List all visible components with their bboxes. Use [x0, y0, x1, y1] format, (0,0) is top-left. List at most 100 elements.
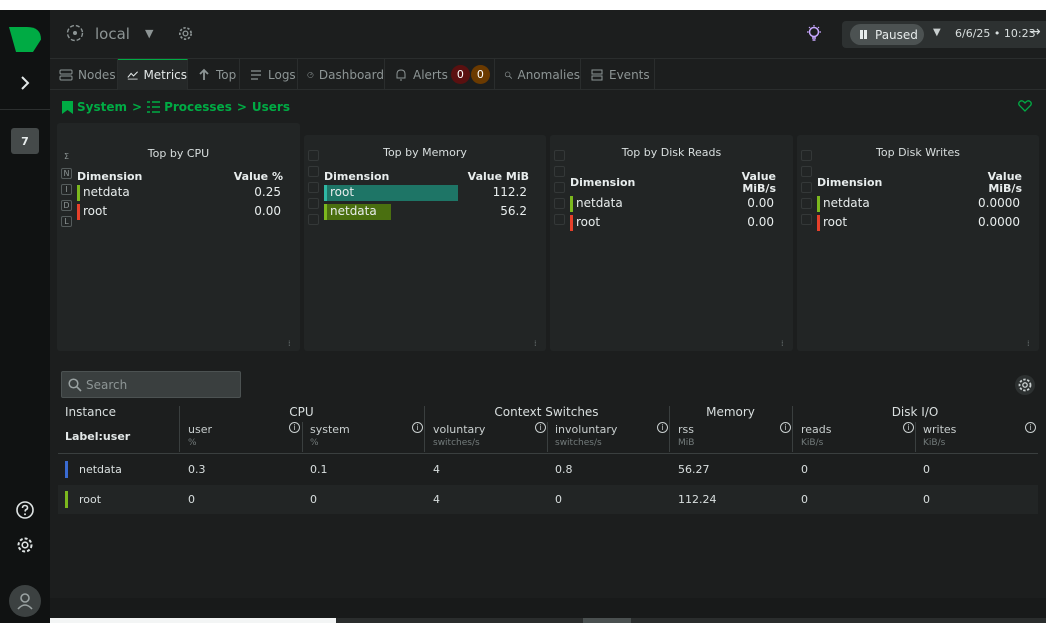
- info-icon[interactable]: i: [289, 422, 300, 433]
- resize-handle-icon[interactable]: ⁞: [1027, 340, 1035, 348]
- warning-alert-count[interactable]: 0: [470, 65, 490, 84]
- heart-icon[interactable]: [1018, 99, 1032, 113]
- aggregation-n-icon[interactable]: N: [61, 168, 72, 179]
- col-user[interactable]: user: [188, 423, 212, 436]
- footer-area: [50, 598, 1046, 618]
- group-context-switches: Context Switches: [494, 405, 599, 419]
- resize-handle-icon[interactable]: ⁞: [288, 340, 296, 348]
- resize-handle-icon[interactable]: ⁞: [534, 340, 542, 348]
- nodes-icon: [59, 69, 73, 80]
- help-icon[interactable]: [15, 500, 35, 520]
- metrics-icon: [127, 71, 138, 80]
- tab-bar: Nodes Metrics Top Logs Dashboard Alerts …: [50, 58, 1046, 90]
- side-icon: [554, 166, 565, 177]
- panel-title: Top by Memory: [383, 146, 467, 159]
- table-header: Instance Label:user CPU user % i system …: [58, 402, 1038, 454]
- series-color-bar: [324, 204, 327, 220]
- info-icon[interactable]: i: [412, 422, 423, 433]
- user-avatar[interactable]: [9, 585, 41, 617]
- dashboard-icon: [307, 71, 314, 78]
- dimension-name: netdata: [83, 185, 130, 199]
- value-unit-header: MiB/s: [988, 182, 1022, 195]
- critical-alert-count[interactable]: 0: [450, 65, 470, 84]
- side-icon: [308, 198, 319, 209]
- tab-top[interactable]: Top: [188, 59, 240, 90]
- info-icon[interactable]: i: [657, 422, 668, 433]
- tab-events[interactable]: Events: [581, 59, 655, 90]
- series-color-bar: [77, 204, 80, 220]
- marker-icon: [308, 139, 319, 145]
- dimension-value: 0.00: [747, 196, 774, 210]
- info-icon[interactable]: i: [903, 422, 914, 433]
- chevron-down-icon[interactable]: ▼: [145, 27, 153, 40]
- list-icon: [147, 101, 161, 113]
- info-icon[interactable]: i: [1025, 422, 1036, 433]
- scrollbar-thumb[interactable]: [50, 618, 336, 623]
- col-writes[interactable]: writes: [923, 423, 956, 436]
- dimension-name: netdata: [576, 196, 623, 210]
- breadcrumb-processes[interactable]: Processes: [164, 100, 232, 114]
- tab-dashboard[interactable]: Dashboard: [298, 59, 385, 90]
- breadcrumb-separator: >: [132, 100, 143, 114]
- arrow-up-icon: [199, 68, 209, 80]
- arrow-right-icon[interactable]: →: [1029, 24, 1041, 40]
- tab-logs[interactable]: Logs: [240, 59, 298, 90]
- aggregation-l-icon[interactable]: L: [61, 216, 72, 227]
- tab-alerts[interactable]: Alerts 0 0: [385, 59, 495, 90]
- aggregation-i-icon[interactable]: I: [61, 184, 72, 195]
- table-row[interactable]: root 0 0 4 0 112.24 0 0: [58, 485, 1038, 514]
- info-icon[interactable]: i: [780, 422, 791, 433]
- col-voluntary[interactable]: voluntary: [433, 423, 485, 436]
- tab-label: Dashboard: [318, 67, 384, 82]
- col-involuntary[interactable]: involuntary: [555, 423, 617, 436]
- col-rss[interactable]: rss: [678, 423, 694, 436]
- netdata-logo-icon[interactable]: [9, 27, 41, 52]
- panel-title: Top Disk Writes: [876, 146, 960, 159]
- table-row[interactable]: netdata 0.3 0.1 4 0.8 56.27 0 0: [58, 455, 1038, 484]
- side-icon: [554, 182, 565, 193]
- room-settings-gear-icon[interactable]: [177, 25, 194, 42]
- cell-system: 0.1: [310, 463, 328, 476]
- series-color-bar: [570, 215, 573, 231]
- pause-label: Paused: [875, 27, 918, 42]
- unit-system: %: [310, 438, 319, 448]
- series-color-bar: [817, 196, 820, 212]
- scrollbar-thumb-secondary[interactable]: [583, 618, 631, 623]
- dimension-name: root: [823, 215, 848, 229]
- pause-play-button[interactable]: Paused: [850, 24, 924, 45]
- chevron-down-icon[interactable]: ▼: [933, 27, 941, 38]
- logs-icon: [251, 69, 261, 80]
- breadcrumb-system[interactable]: System: [77, 100, 127, 114]
- column-divider: [302, 422, 303, 452]
- series-color-bar: [817, 215, 820, 231]
- info-icon[interactable]: i: [535, 422, 546, 433]
- dimension-value: 0.25: [254, 185, 281, 199]
- resize-handle-icon[interactable]: ⁞: [781, 340, 789, 348]
- bookmark-icon: [62, 100, 73, 114]
- dimension-header: Dimension: [324, 170, 390, 183]
- lightbulb-icon[interactable]: [806, 25, 822, 41]
- horizontal-scrollbar[interactable]: [50, 618, 1046, 623]
- dimension-value: 0.00: [254, 204, 281, 218]
- tab-anomalies[interactable]: Anomalies: [495, 59, 581, 90]
- expand-sidebar-icon[interactable]: [14, 72, 36, 94]
- breadcrumb-users[interactable]: Users: [252, 100, 290, 114]
- value-header: Value %: [233, 170, 283, 183]
- marker-icon: [554, 139, 565, 145]
- space-badge[interactable]: 7: [11, 128, 39, 154]
- top-header: local ▼ Paused ▼ 6/6/25 • 10:23 →: [50, 10, 1046, 58]
- instance-header[interactable]: Instance: [65, 405, 116, 419]
- search-input[interactable]: [86, 376, 236, 394]
- cell-involuntary: 0.8: [555, 463, 573, 476]
- date-time-picker[interactable]: 6/6/25 • 10:23: [955, 27, 1036, 40]
- tab-nodes[interactable]: Nodes: [50, 59, 118, 90]
- tab-metrics[interactable]: Metrics: [118, 59, 188, 90]
- col-system[interactable]: system: [310, 423, 350, 436]
- cell-voluntary: 4: [433, 463, 440, 476]
- col-reads[interactable]: reads: [801, 423, 832, 436]
- settings-icon[interactable]: [15, 535, 35, 555]
- label-user-header[interactable]: Label:user: [65, 430, 130, 443]
- aggregation-d-icon[interactable]: D: [61, 200, 72, 211]
- table-settings-button[interactable]: [1015, 375, 1035, 395]
- room-name[interactable]: local: [95, 25, 130, 43]
